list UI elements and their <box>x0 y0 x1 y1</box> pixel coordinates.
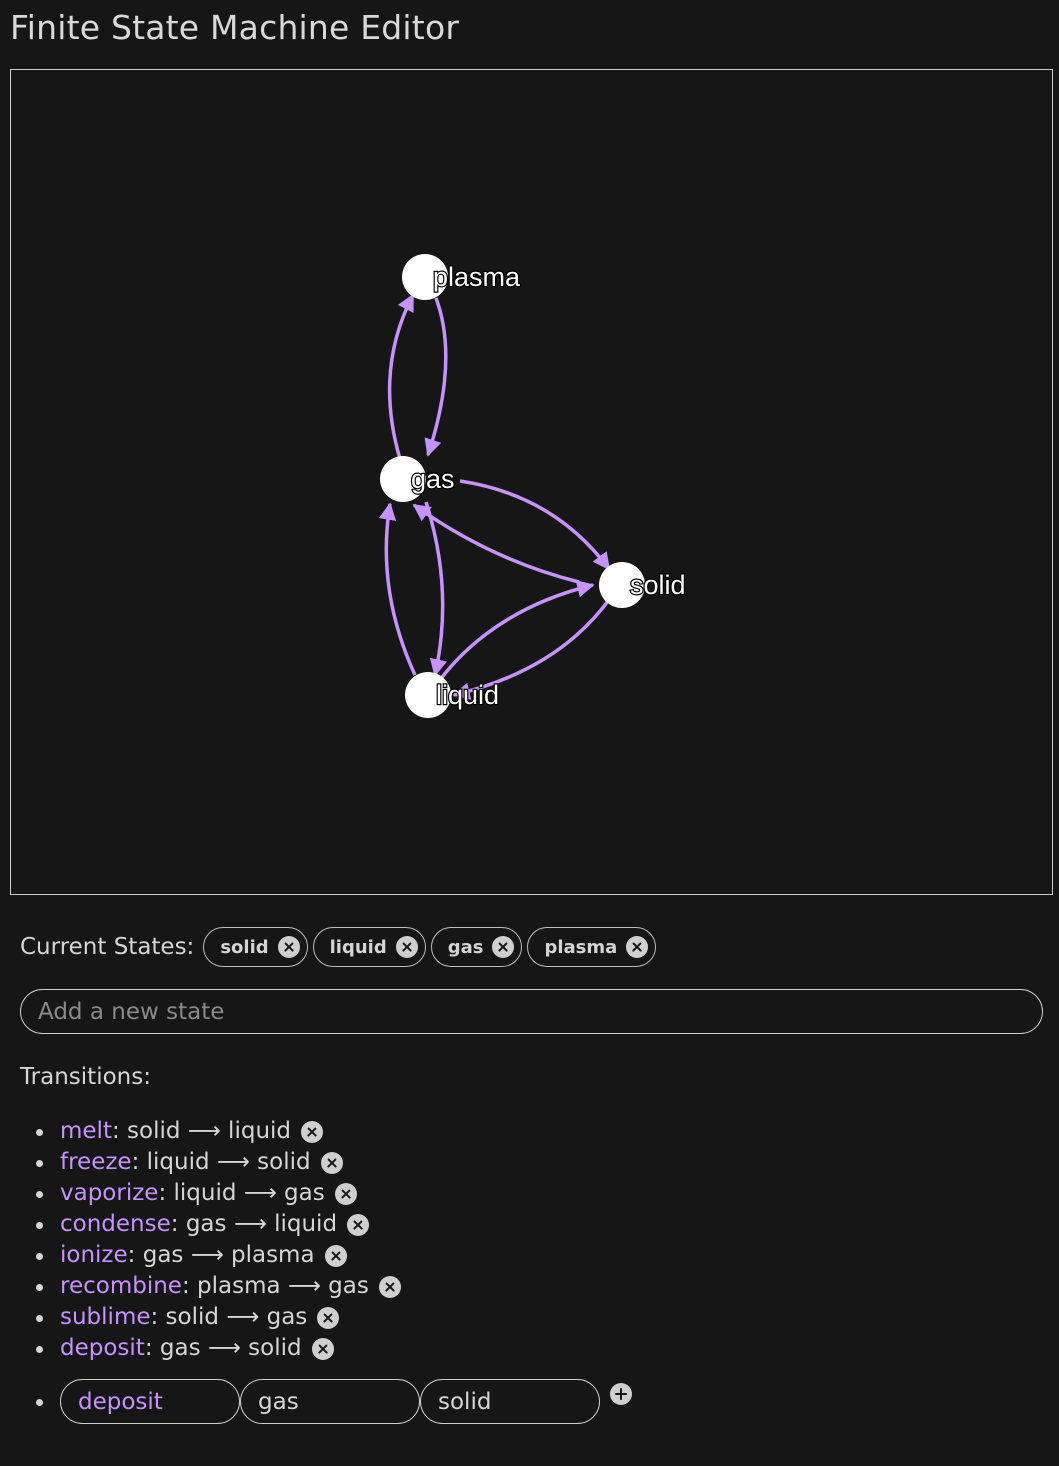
state-chip-plasma: plasma <box>527 927 657 967</box>
remove-transition-icon[interactable] <box>320 1151 343 1174</box>
transitions-list: melt: solid ⟶ liquid freeze: liquid ⟶ so… <box>0 1116 401 1364</box>
transition-name: freeze <box>60 1149 132 1175</box>
bullet <box>36 1129 43 1136</box>
transition-route: : plasma ⟶ gas <box>181 1273 369 1299</box>
transition-name: ionize <box>60 1242 128 1268</box>
bullet <box>36 1346 43 1353</box>
transition-route: : gas ⟶ plasma <box>127 1242 315 1268</box>
transition-item: deposit: gas ⟶ solid <box>0 1333 401 1364</box>
edge-freeze[interactable] <box>434 580 595 687</box>
add-transition-icon[interactable] <box>610 1383 632 1405</box>
state-node-plasma[interactable]: plasma <box>402 254 522 300</box>
state-node-gas[interactable]: gas <box>380 456 456 502</box>
transition-item: vaporize: liquid ⟶ gas <box>0 1178 401 1209</box>
edge-recombine[interactable] <box>424 297 448 457</box>
state-chip-gas: gas <box>430 927 523 967</box>
transition-route: : liquid ⟶ solid <box>131 1149 311 1175</box>
current-states-row: Current States: solid liquid gas plasma <box>20 925 661 969</box>
state-chip-label: gas <box>447 936 484 958</box>
bullet <box>36 1222 43 1229</box>
transition-item: recombine: plasma ⟶ gas <box>0 1271 401 1302</box>
new-state-input[interactable] <box>20 989 1043 1034</box>
remove-transition-icon[interactable] <box>317 1306 340 1329</box>
bullet <box>36 1191 43 1198</box>
transition-item: melt: solid ⟶ liquid <box>0 1116 401 1147</box>
remove-transition-icon[interactable] <box>334 1182 357 1205</box>
remove-state-icon[interactable] <box>492 936 515 958</box>
remove-state-icon[interactable] <box>277 936 300 958</box>
remove-transition-icon[interactable] <box>347 1213 370 1236</box>
remove-transition-icon[interactable] <box>378 1275 401 1298</box>
transition-item: freeze: liquid ⟶ solid <box>0 1147 401 1178</box>
transition-route: : solid ⟶ liquid <box>111 1118 292 1144</box>
new-transition-to-input[interactable] <box>420 1379 600 1424</box>
edge-condense[interactable] <box>424 501 447 677</box>
current-states-label: Current States: <box>20 934 195 960</box>
edge-deposit[interactable] <box>459 479 611 571</box>
edge-ionize[interactable] <box>387 293 415 460</box>
state-chip-liquid: liquid <box>312 927 426 967</box>
state-node-label: plasma <box>433 262 521 292</box>
bullet <box>36 1253 43 1260</box>
state-node-label: liquid <box>436 680 499 710</box>
transition-name: vaporize <box>60 1180 159 1206</box>
remove-state-icon[interactable] <box>626 936 649 958</box>
page-title: Finite State Machine Editor <box>10 8 460 47</box>
bullet <box>36 1160 43 1167</box>
transition-name: sublime <box>60 1304 151 1330</box>
bullet <box>36 1284 43 1291</box>
transition-name: deposit <box>60 1335 145 1361</box>
state-chip-solid: solid <box>203 927 308 967</box>
state-chip-label: plasma <box>544 936 618 958</box>
state-graph[interactable]: plasma gas solid liquid <box>11 70 1052 894</box>
transition-name: melt <box>60 1118 112 1144</box>
state-chip-label: solid <box>220 936 269 958</box>
transition-name: recombine <box>60 1273 182 1299</box>
graph-canvas[interactable]: plasma gas solid liquid <box>10 69 1053 895</box>
state-node-liquid[interactable]: liquid <box>405 672 500 718</box>
transition-route: : gas ⟶ solid <box>144 1335 302 1361</box>
state-node-label: solid <box>630 570 686 600</box>
remove-transition-icon[interactable] <box>311 1337 334 1360</box>
transitions-label: Transitions: <box>20 1064 151 1090</box>
bullet <box>36 1399 43 1406</box>
transition-name: condense <box>60 1211 171 1237</box>
remove-transition-icon[interactable] <box>324 1244 347 1267</box>
state-node-label: gas <box>411 464 455 494</box>
bullet <box>36 1315 43 1322</box>
remove-transition-icon[interactable] <box>301 1120 324 1143</box>
transition-route: : liquid ⟶ gas <box>158 1180 325 1206</box>
remove-state-icon[interactable] <box>395 936 418 958</box>
transition-route: : solid ⟶ gas <box>150 1304 308 1330</box>
edge-vaporize[interactable] <box>378 502 417 676</box>
state-chip-label: liquid <box>329 936 387 958</box>
state-node-solid[interactable]: solid <box>599 562 687 608</box>
transition-item: ionize: gas ⟶ plasma <box>0 1240 401 1271</box>
transition-item: sublime: solid ⟶ gas <box>0 1302 401 1333</box>
transition-route: : gas ⟶ liquid <box>170 1211 338 1237</box>
new-transition-from-input[interactable] <box>240 1379 420 1424</box>
transition-item: condense: gas ⟶ liquid <box>0 1209 401 1240</box>
new-transition-name-input[interactable] <box>60 1379 240 1424</box>
